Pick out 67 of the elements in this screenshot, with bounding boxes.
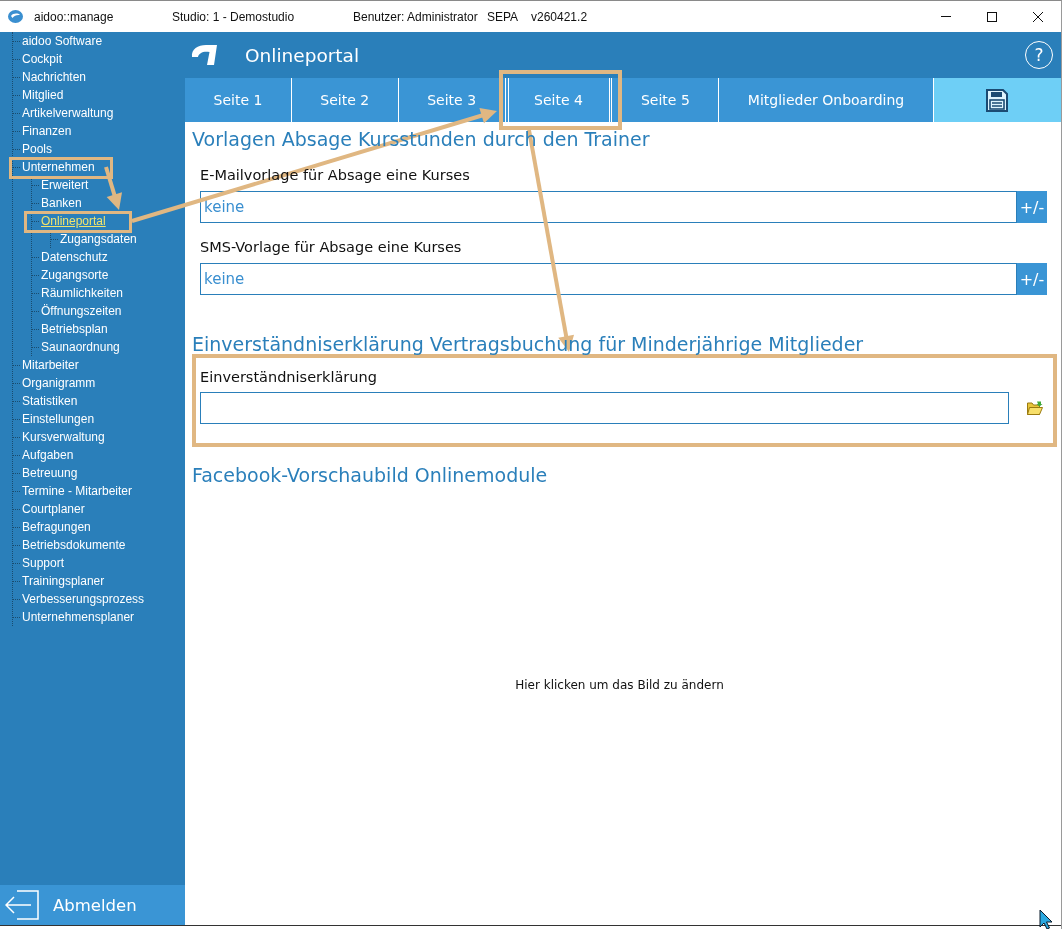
sidebar-item[interactable]: Mitglied [22,88,64,102]
sidebar-item[interactable]: Zugangsdaten [60,232,137,246]
sidebar-item[interactable]: Onlineportal [41,214,106,228]
sidebar-item[interactable]: aidoo Software [22,34,103,48]
select-field[interactable]: keine [200,263,1017,295]
sepa-label: SEPA [487,9,520,24]
page-title: Onlineportal [245,44,361,66]
tab[interactable]: Seite 3 [397,78,505,122]
sidebar-item[interactable]: Cockpit [22,52,62,66]
save-button[interactable] [932,78,1061,122]
save-icon [986,88,1009,112]
tab[interactable]: Seite 1 [185,78,291,122]
section-heading: Facebook-Vorschaubild Onlinemodule [192,463,548,487]
user-label: Benutzer: Administrator [353,9,479,24]
field-label: E-Mailvorlage für Absage eine Kurses [200,167,470,184]
callout-arrow [104,166,123,210]
sidebar-item[interactable]: Räumlichkeiten [41,286,124,300]
sidebar-item[interactable]: Öffnungszeiten [41,304,122,318]
sidebar-item[interactable]: Datenschutz [41,250,108,264]
sidebar-item[interactable]: Betriebsdokumente [22,538,126,552]
tab[interactable]: Seite 2 [290,78,398,122]
tab[interactable]: Seite 5 [611,78,719,122]
add-remove-button[interactable]: +/- [1017,263,1047,295]
select-field[interactable]: keine [200,191,1017,223]
mouse-pointer-icon [1039,909,1053,929]
add-remove-button[interactable]: +/- [1017,191,1047,223]
studio-label: Studio: 1 - Demostudio [172,9,296,24]
tab[interactable]: Mitglieder Onboarding [718,78,933,122]
app-logo-icon [8,10,23,23]
sidebar-item[interactable]: Zugangsorte [41,268,109,282]
field-label: SMS-Vorlage für Absage eine Kurses [200,239,462,256]
sidebar-item[interactable]: Organigramm [22,376,96,390]
logout-button[interactable]: Abmelden [0,885,185,925]
sidebar-item[interactable]: Trainingsplaner [22,574,105,588]
brand-logo-icon [190,44,218,66]
sidebar-item[interactable]: Termine - Mitarbeiter [22,484,133,498]
sidebar-item[interactable]: Befragungen [22,520,91,534]
sidebar-item[interactable]: Banken [41,196,82,210]
sidebar-item[interactable]: Artikelverwaltung [22,106,114,120]
field-label: Einverständniserklärung [200,369,377,386]
sidebar-item[interactable]: Betreuung [22,466,78,480]
sidebar-item[interactable]: Erweitert [41,178,89,192]
sidebar-item[interactable]: Aufgaben [22,448,74,462]
file-input-field[interactable] [200,392,1009,424]
tab[interactable]: Seite 4 [504,78,612,122]
sidebar-item[interactable]: Verbesserungsprozess [22,592,145,606]
sidebar-item[interactable]: Kursverwaltung [22,430,105,444]
app-name: aidoo::manage [34,9,115,24]
change-image-link[interactable]: Hier klicken um das Bild zu ändern [515,678,724,692]
sidebar-item[interactable]: Unternehmensplaner [22,610,135,624]
maximize-icon [987,11,997,22]
sidebar-item[interactable]: Finanzen [22,124,72,138]
sidebar-item[interactable]: Nachrichten [22,70,87,84]
sidebar-item[interactable]: Support [22,556,65,570]
sidebar-item[interactable]: Betriebsplan [41,322,108,336]
version-label: v260421.2 [531,9,589,24]
open-folder-icon[interactable] [1027,401,1043,415]
sidebar-item[interactable]: Pools [22,142,53,156]
sidebar-item[interactable]: Unternehmen [22,160,95,174]
close-icon [1033,11,1043,22]
sidebar-item[interactable]: Saunaordnung [41,340,120,354]
logout-icon [5,890,39,920]
sidebar-item[interactable]: Einstellungen [22,412,95,426]
minimize-icon [941,16,951,17]
sidebar-item[interactable]: Statistiken [22,394,78,408]
sidebar-item[interactable]: Courtplaner [22,502,85,516]
sidebar-item[interactable]: Mitarbeiter [22,358,79,372]
